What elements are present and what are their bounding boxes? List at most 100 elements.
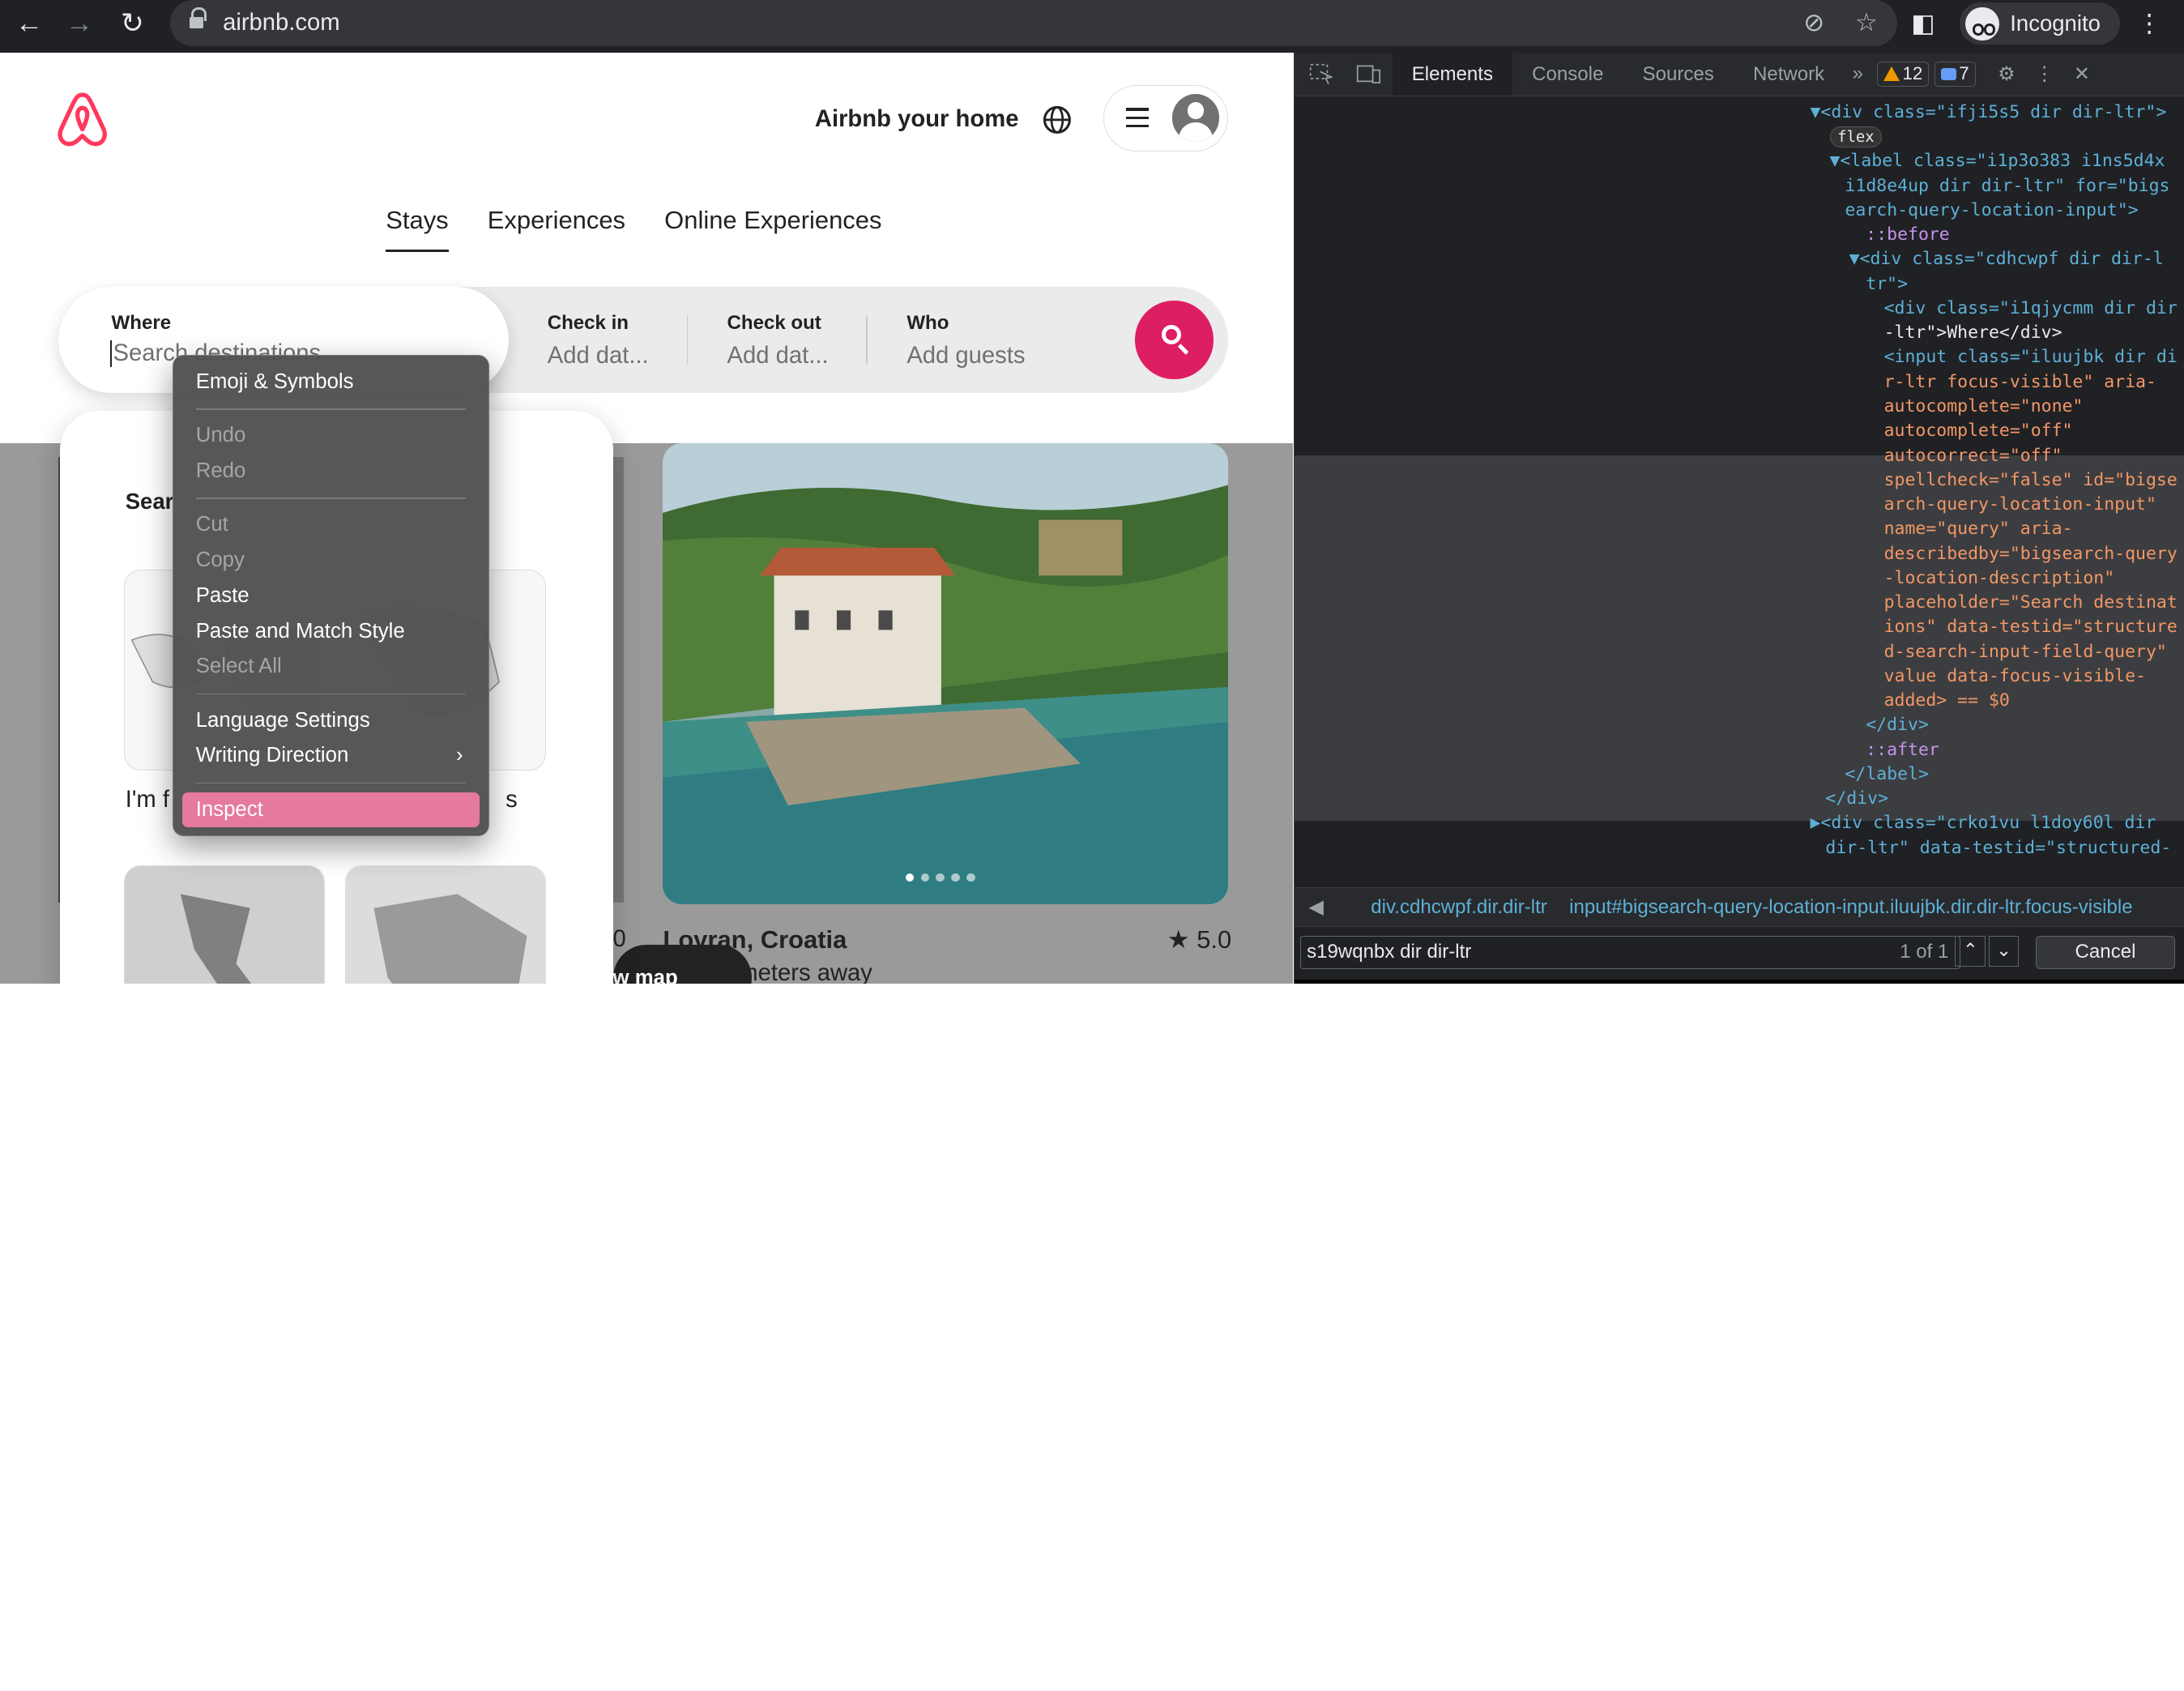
find-input[interactable]: s19wqnbx dir dir-ltr 1 of 1 xyxy=(1300,935,1961,969)
menu-item-cut[interactable]: Cut xyxy=(173,507,488,543)
code-line[interactable]: -location-description" xyxy=(1295,566,2184,591)
user-menu-button[interactable] xyxy=(1103,84,1229,152)
reload-icon[interactable]: ↻ xyxy=(109,0,156,47)
incognito-badge[interactable]: Incognito xyxy=(1960,2,2120,45)
code-line[interactable]: r-ltr focus-visible" aria- xyxy=(1295,370,2184,395)
messages-badge[interactable]: 7 xyxy=(1934,62,1976,87)
cancel-button[interactable]: Cancel xyxy=(2036,935,2175,969)
menu-item-writing-direction[interactable]: Writing Direction › xyxy=(173,738,488,774)
code-line[interactable]: </div> xyxy=(1295,787,2184,811)
eye-off-icon[interactable]: ⊘ xyxy=(1803,8,1824,37)
tab-elements[interactable]: Elements xyxy=(1392,53,1513,96)
code-line[interactable]: i1d8e4up dir dir-ltr" for="bigs xyxy=(1295,174,2184,199)
back-icon[interactable]: ← xyxy=(6,0,53,47)
checkout-field[interactable]: Check out Add dat... xyxy=(727,312,829,369)
code-line[interactable]: ions" data-testid="structure xyxy=(1295,615,2184,639)
code-line[interactable]: added> == $0 xyxy=(1295,689,2184,713)
code-line[interactable]: dir-ltr" data-testid="structured- xyxy=(1295,836,2184,860)
menu-item-inspect[interactable]: Inspect xyxy=(181,792,480,828)
checkin-label: Check in xyxy=(547,312,629,335)
code-line[interactable]: earch-query-location-input"> xyxy=(1295,199,2184,223)
tab-online-experiences[interactable]: Online Experiences xyxy=(664,206,881,251)
code-line[interactable]: spellcheck="false" id="bigse xyxy=(1295,468,2184,493)
flex-badge[interactable]: flex xyxy=(1829,126,1883,148)
listing-photo[interactable] xyxy=(663,442,1229,904)
context-menu: Emoji & Symbols Undo Redo Cut Copy Paste… xyxy=(173,355,489,836)
region-label-flexible[interactable]: I'm f xyxy=(126,787,169,813)
menu-item-language-settings[interactable]: Language Settings xyxy=(173,703,488,739)
inspect-element-icon[interactable] xyxy=(1309,63,1334,86)
checkin-field[interactable]: Check in Add dat... xyxy=(548,312,649,369)
lock-icon xyxy=(189,7,207,32)
tab-network[interactable]: Network xyxy=(1734,53,1844,96)
code-line[interactable]: value data-focus-visible- xyxy=(1295,664,2184,689)
code-line[interactable]: ::before xyxy=(1295,223,2184,247)
more-tabs-icon[interactable]: » xyxy=(1853,62,1863,85)
code-line[interactable]: ::after xyxy=(1295,738,2184,762)
settings-gear-icon[interactable]: ⚙ xyxy=(1998,62,2016,86)
chevron-left-icon[interactable]: ◀ xyxy=(1309,896,1324,918)
devtools-toolbar: Elements Console Sources Network » 12 7 … xyxy=(1295,53,2184,96)
code-line[interactable]: tr"> xyxy=(1295,272,2184,297)
region-card-italy[interactable] xyxy=(124,865,325,984)
tab-console[interactable]: Console xyxy=(1512,53,1623,96)
listing-subtitle: meters away xyxy=(738,959,872,984)
menu-item-paste[interactable]: Paste xyxy=(173,579,488,614)
find-next-button[interactable]: ⌄ xyxy=(1988,935,2020,967)
star-icon[interactable]: ☆ xyxy=(1855,8,1878,37)
sidebar-icon[interactable]: ◧ xyxy=(1911,9,1934,38)
show-map-button[interactable]: w map xyxy=(612,944,753,984)
menu-kebab-icon[interactable]: ⋮ xyxy=(2137,9,2162,38)
code-line[interactable]: describedby="bigsearch-query xyxy=(1295,542,2184,566)
close-icon[interactable]: ✕ xyxy=(2074,62,2090,86)
code-line[interactable]: -ltr">Where</div> xyxy=(1295,321,2184,345)
code-line[interactable]: autocomplete="none" xyxy=(1295,395,2184,419)
warnings-badge[interactable]: 12 xyxy=(1877,62,1930,87)
url-text[interactable]: airbnb.com xyxy=(223,10,340,36)
status-bar xyxy=(1295,979,2184,984)
menu-separator xyxy=(195,782,466,784)
devtools-menu-icon[interactable]: ⋮ xyxy=(2035,62,2054,86)
airbnb-logo-icon[interactable] xyxy=(56,92,109,147)
address-bar[interactable]: airbnb.com ⊘ ☆ xyxy=(169,0,1897,46)
code-line[interactable]: autocomplete="off" xyxy=(1295,419,2184,443)
forward-icon[interactable]: → xyxy=(56,0,103,47)
code-line[interactable]: <div class="ifji5s5 dir dir-ltr"> xyxy=(1820,102,2166,122)
menu-separator xyxy=(195,497,466,499)
menu-item-select-all[interactable]: Select All xyxy=(173,649,488,685)
host-link[interactable]: Airbnb your home xyxy=(815,106,1019,133)
find-prev-button[interactable]: ⌃ xyxy=(1955,935,1986,967)
code-line[interactable]: arch-query-location-input" xyxy=(1295,493,2184,517)
code-line[interactable]: </label> xyxy=(1295,762,2184,787)
menu-item-copy[interactable]: Copy xyxy=(173,543,488,579)
devtools-panel: Elements Console Sources Network » 12 7 … xyxy=(1294,53,2184,984)
tab-stays[interactable]: Stays xyxy=(386,206,449,252)
menu-item-redo[interactable]: Redo xyxy=(173,454,488,489)
code-line[interactable]: d-search-input-field-query" xyxy=(1295,640,2184,664)
device-toolbar-icon[interactable] xyxy=(1356,63,1381,86)
elements-tree[interactable]: ▼<div class="ifji5s5 dir dir-ltr"> flex … xyxy=(1295,96,2184,888)
menu-item-undo[interactable]: Undo xyxy=(173,418,488,454)
globe-icon[interactable] xyxy=(1042,105,1073,135)
search-button[interactable] xyxy=(1135,301,1214,379)
code-line[interactable]: autocorrect="off" xyxy=(1295,444,2184,468)
code-line[interactable]: placeholder="Search destinat xyxy=(1295,591,2184,615)
menu-item-emoji[interactable]: Emoji & Symbols xyxy=(173,365,488,400)
tab-sources[interactable]: Sources xyxy=(1623,53,1733,96)
code-line[interactable]: name="query" aria- xyxy=(1295,517,2184,541)
show-map-label: w map xyxy=(612,967,678,984)
menu-item-paste-match-style[interactable]: Paste and Match Style xyxy=(173,614,488,650)
breadcrumb-item[interactable]: div.cdhcwpf.dir.dir-ltr xyxy=(1371,896,1547,918)
tab-experiences[interactable]: Experiences xyxy=(488,206,625,251)
code-line[interactable]: <input class="iluujbk dir di xyxy=(1295,345,2184,369)
code-line[interactable]: <div class="crko1vu l1doy60l dir xyxy=(1820,813,2156,833)
who-field[interactable]: Who Add guests xyxy=(906,312,1025,369)
code-line[interactable]: </div> xyxy=(1295,713,2184,737)
code-line[interactable]: <label class="i1p3o383 i1ns5d4x xyxy=(1840,151,2165,171)
region-label-fragment[interactable]: s xyxy=(505,787,518,813)
breadcrumb-item[interactable]: input#bigsearch-query-location-input.ilu… xyxy=(1569,896,2132,918)
carousel-dots[interactable] xyxy=(905,873,975,882)
code-line[interactable]: <div class="cdhcwpf dir dir-l xyxy=(1860,249,2164,269)
region-card-europe[interactable] xyxy=(345,865,546,984)
code-line[interactable]: <div class="i1qjycmm dir dir xyxy=(1295,297,2184,321)
